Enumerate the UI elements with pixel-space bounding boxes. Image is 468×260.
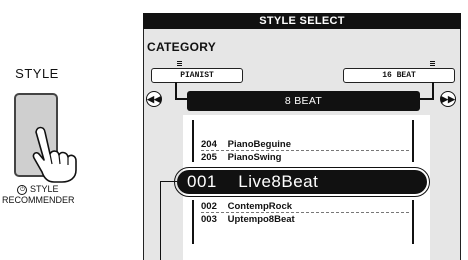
list-bracket	[412, 120, 414, 162]
style-name: PianoSwing	[227, 152, 282, 163]
power-icon: ⏻	[17, 184, 28, 195]
list-item[interactable]: 003 Uptempo8Beat	[201, 214, 295, 225]
selected-style[interactable]: 001 Live8Beat	[177, 170, 427, 194]
next-category-pill: 16 BEAT	[343, 68, 455, 83]
style-number: 204	[201, 139, 217, 150]
selected-number: 001	[187, 172, 217, 191]
tick-mark	[177, 63, 182, 64]
divider	[201, 150, 409, 151]
category-label: CATEGORY	[147, 40, 217, 54]
tick-mark	[430, 63, 435, 64]
callout-line	[160, 181, 161, 260]
tick-mark	[177, 65, 182, 66]
prev-category-pill: PIANIST	[151, 68, 243, 83]
list-bracket	[192, 120, 194, 162]
style-name: Uptempo8Beat	[227, 214, 295, 225]
style-number: 002	[201, 201, 217, 212]
current-category: 8 BEAT	[187, 91, 420, 111]
list-bracket	[192, 200, 194, 244]
selected-name: Live8Beat	[238, 172, 319, 191]
recommender-line1: STYLE	[30, 184, 59, 194]
list-bracket	[412, 200, 414, 244]
pressing-hand-icon	[32, 126, 77, 183]
display-header: STYLE SELECT	[143, 13, 461, 29]
style-name: PianoBeguine	[227, 139, 291, 150]
tick-mark	[177, 61, 182, 62]
list-item[interactable]: 002 ContempRock	[201, 201, 292, 212]
bracket-right	[420, 82, 434, 100]
style-button-title: STYLE	[15, 66, 59, 81]
style-number: 003	[201, 214, 217, 225]
style-recommender-label: ⏻ STYLE RECOMMENDER	[2, 184, 75, 205]
recommender-line2: RECOMMENDER	[2, 194, 75, 205]
prev-category-arrow-icon[interactable]: ◀◀	[146, 91, 162, 107]
list-item[interactable]: 204 PianoBeguine	[201, 139, 291, 150]
callout-line	[160, 181, 177, 182]
next-category-arrow-icon[interactable]: ▶▶	[440, 91, 456, 107]
tick-mark	[430, 61, 435, 62]
list-item[interactable]: 205 PianoSwing	[201, 152, 281, 163]
divider	[201, 212, 409, 213]
tick-mark	[430, 65, 435, 66]
style-number: 205	[201, 152, 217, 163]
style-name: ContempRock	[227, 201, 293, 212]
